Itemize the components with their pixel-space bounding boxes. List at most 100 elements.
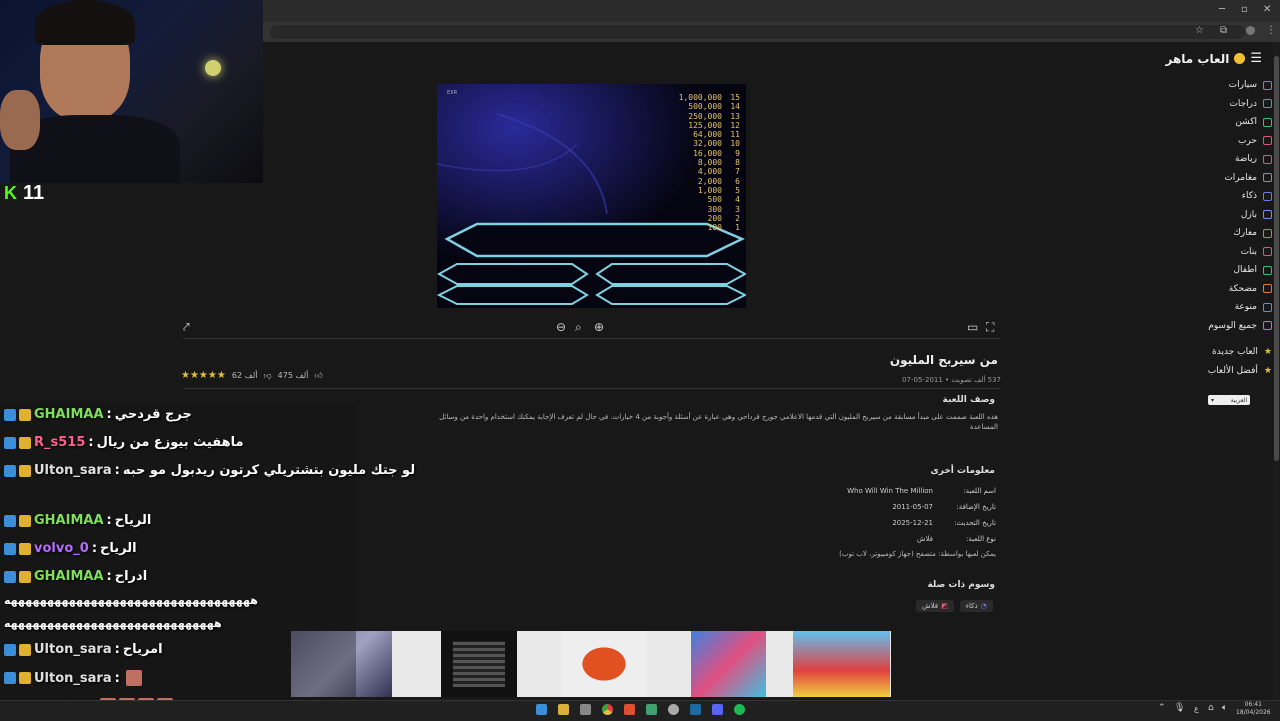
brand-label: العاب ماهر [1165, 51, 1230, 66]
ladder-level: 11 [730, 130, 740, 140]
sidebar-item[interactable]: اكشن [1235, 117, 1272, 127]
like-icon[interactable]: 👍︎ [314, 371, 322, 381]
file-explorer-icon[interactable] [558, 704, 569, 715]
share-icon[interactable]: ⤤ [183, 320, 190, 335]
discord-icon[interactable] [712, 704, 723, 715]
spotify-icon[interactable] [734, 704, 745, 715]
tray-chevron-icon[interactable]: ⌃ [1158, 703, 1166, 713]
chat-message: volvo_0 : الرياح [4, 541, 137, 556]
site-brand[interactable]: ☰ العاب ماهر [1165, 51, 1262, 66]
chrome-icon[interactable] [602, 704, 613, 715]
sidebar-item[interactable]: منوعة [1235, 302, 1272, 312]
tag-chip[interactable]: ◔ ذكاء [959, 600, 993, 612]
scrollbar-thumb[interactable] [1274, 56, 1279, 461]
sidebar-item[interactable]: سيارات [1229, 80, 1272, 90]
zoom-reset-icon[interactable]: ⌕ [575, 320, 582, 335]
flag-icon [1263, 117, 1272, 127]
game-thumbnail[interactable] [441, 631, 517, 697]
sidebar-link[interactable]: ★ العاب جديدة [1212, 347, 1272, 357]
sidebar-item[interactable]: ذكاء [1242, 191, 1272, 201]
game-thumbnail[interactable] [561, 631, 647, 697]
zoom-out-icon[interactable]: ⊖ [556, 320, 566, 334]
chat-username[interactable]: Ulton_sara [34, 642, 112, 657]
chat-badge-icon [4, 514, 16, 527]
input-language[interactable]: ع [1194, 704, 1199, 713]
brave-icon[interactable] [624, 704, 635, 715]
chat-separator: : [114, 642, 120, 657]
game-thumbnail[interactable] [691, 631, 766, 697]
clock-time: 06:41 [1244, 701, 1262, 708]
url-field[interactable] [270, 25, 1245, 39]
language-select[interactable]: ▾ العربية [1208, 395, 1250, 405]
minimize-icon[interactable]: ─ [1219, 4, 1225, 15]
sidebar-item[interactable]: اطفال [1233, 265, 1272, 275]
ladder-row: 250,000 13 [679, 112, 740, 121]
chat-username[interactable]: GHAIMAA [34, 513, 104, 528]
microphone-icon[interactable]: 🎙︎ [1174, 703, 1185, 713]
volume-icon[interactable]: 🔈︎ [1222, 703, 1227, 713]
fullscreen-icon[interactable]: ⛶ [986, 320, 994, 335]
ladder-row: 32,000 10 [679, 139, 740, 148]
sidebar-item[interactable]: معارك [1233, 228, 1272, 238]
dislike-icon[interactable]: 👎︎ [264, 371, 272, 381]
ladder-amount: 8,000 [697, 158, 722, 168]
bike-icon [1263, 99, 1272, 108]
zoom-in-icon[interactable]: ⊕ [594, 320, 604, 334]
sidebar-item[interactable]: بنات [1241, 247, 1272, 257]
ladder-level: 6 [735, 176, 740, 186]
sidebar-item-label: مضحكة [1228, 283, 1257, 294]
sidebar-item-label: اطفال [1233, 265, 1258, 275]
app-icon[interactable] [646, 704, 657, 715]
sidebar-item[interactable]: دراجات [1229, 99, 1272, 109]
sidebar-link[interactable]: ★ أفضل الألعاب [1208, 366, 1272, 376]
clock[interactable]: 06:41 18/04/2026 [1236, 701, 1271, 717]
chat-username[interactable]: Ulton_sara [34, 671, 112, 686]
sidebar-item-label: رياضة [1234, 154, 1257, 164]
close-icon[interactable]: ✕ [1263, 4, 1271, 15]
theater-mode-icon[interactable]: ▭ [967, 320, 978, 334]
chat-text: الرياح [114, 513, 152, 528]
chat-badge-icon [4, 436, 16, 449]
extensions-icon[interactable]: ⧉ [1220, 25, 1227, 36]
ladder-row: 200 2 [679, 214, 740, 223]
sidebar-item[interactable]: مغامرات [1224, 173, 1272, 183]
ladder-amount: 300 [707, 204, 722, 214]
profile-avatar[interactable] [1246, 26, 1255, 35]
chat-badge-icon [4, 672, 16, 684]
tag-chip[interactable]: ◩ فلاش [916, 600, 954, 612]
game-thumbnail[interactable] [793, 631, 890, 697]
sidebar-item[interactable]: جميع الوسوم [1208, 321, 1272, 331]
trophy-icon [1263, 154, 1272, 164]
windows-start-icon[interactable] [536, 704, 547, 715]
game-canvas[interactable]: EXR 1,000,000 15 500,000 14 250,000 13 125,000… [437, 84, 746, 308]
chat-username[interactable]: GHAIMAA [34, 407, 104, 422]
hamburger-menu-icon[interactable]: ☰ [1250, 51, 1262, 66]
menu-kebab-icon[interactable]: ⋮ [1266, 25, 1276, 36]
chat-separator: : [106, 513, 112, 528]
network-icon[interactable]: ⌂ [1208, 703, 1214, 713]
maximize-icon[interactable]: ▫ [1241, 4, 1248, 15]
sidebar-item[interactable]: رياضة [1235, 154, 1272, 164]
sidebar-item-label: منوعة [1234, 302, 1257, 312]
ladder-row: 125,000 12 [679, 121, 740, 130]
rating-stars[interactable]: ★★★★★ [181, 370, 226, 381]
obs-icon[interactable] [668, 704, 679, 715]
sidebar-item-label: دراجات [1229, 98, 1257, 109]
chat-username[interactable]: volvo_0 [34, 541, 89, 556]
chat-username[interactable]: GHAIMAA [34, 569, 104, 584]
ladder-amount: 125,000 [688, 120, 722, 130]
crown-badge-icon [19, 514, 31, 527]
bookmark-star-icon[interactable]: ☆ [1195, 25, 1204, 36]
chat-message: Ulton_sara : [4, 670, 142, 686]
sidebar-item[interactable]: مضحكة [1229, 284, 1272, 294]
chat-username[interactable]: R_s515 [34, 435, 85, 450]
baby-icon [1263, 265, 1272, 275]
crown-badge-icon [19, 464, 31, 477]
sidebar-item[interactable]: حرب [1238, 136, 1272, 146]
info-label: تاريخ الإضافة: [956, 503, 996, 511]
store-icon[interactable] [580, 704, 591, 715]
sidebar-item[interactable]: بازل [1241, 210, 1272, 220]
flash-icon: ◩ [941, 602, 948, 610]
steam-icon[interactable] [690, 704, 701, 715]
chat-username[interactable]: Ulton_sara [34, 463, 112, 478]
